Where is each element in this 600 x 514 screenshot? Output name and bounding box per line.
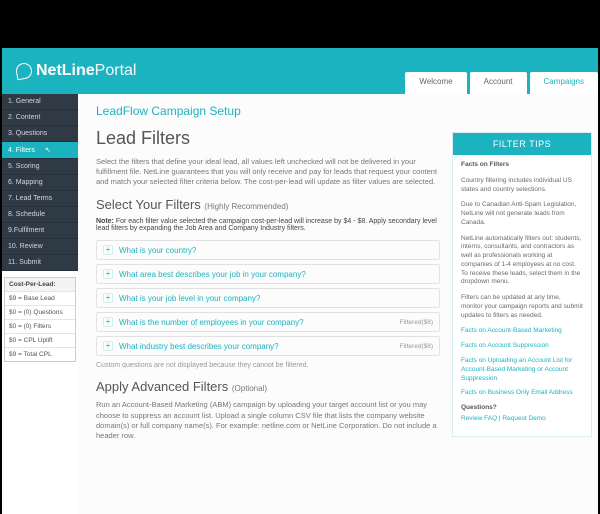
brand-bold: NetLine [36, 62, 95, 79]
header-tabs: Welcome Account Campaigns [402, 72, 598, 94]
expand-icon: + [103, 293, 113, 303]
tab-campaigns[interactable]: Campaigns [530, 72, 598, 94]
step-schedule[interactable]: 8. Schedule [2, 207, 78, 223]
expand-icon: + [103, 269, 113, 279]
filter-label: What is your country? [119, 246, 196, 255]
tips-title: FILTER TIPS [453, 133, 591, 155]
wizard-steps: 1. General 2. Content 3. Questions 4. Fi… [2, 94, 78, 271]
app-header: NetLinePortal Welcome Account Campaigns [2, 48, 598, 94]
filter-employees[interactable]: + What is the number of employees in you… [96, 312, 440, 332]
questions-link[interactable]: Review FAQ | Request Demo [461, 415, 583, 424]
filter-label: What is your job level in your company? [119, 294, 260, 303]
tips-paragraph: Country filtering includes individual US… [461, 177, 583, 195]
tips-link-abm[interactable]: Facts on Account-Based Marketing [461, 327, 583, 336]
select-filters-heading: Select Your Filters (Highly Recommended) [96, 197, 440, 212]
cpl-row: $0 = (0) Questions [5, 305, 75, 319]
step-general[interactable]: 1. General [2, 94, 78, 110]
step-lead-terms[interactable]: 7. Lead Terms [2, 191, 78, 207]
cursor-icon: ↖ [45, 146, 51, 154]
step-fulfilment[interactable]: 9.Fulfilment [2, 223, 78, 239]
filter-country[interactable]: + What is your country? [96, 240, 440, 260]
brand-mark-icon [15, 62, 34, 81]
section-heading: Lead Filters [96, 128, 440, 149]
filter-label: What industry best describes your compan… [119, 342, 279, 351]
step-submit[interactable]: 11. Submit [2, 255, 78, 271]
filter-job-level[interactable]: + What is your job level in your company… [96, 288, 440, 308]
filter-industry[interactable]: + What industry best describes your comp… [96, 336, 440, 356]
filter-label: What area best describes your job in you… [119, 270, 306, 279]
cpl-row: $9 = Total CPL [5, 347, 75, 361]
filter-job-area[interactable]: + What area best describes your job in y… [96, 264, 440, 284]
tips-link-upload[interactable]: Facts on Uploading an Account List for A… [461, 357, 583, 383]
step-mapping[interactable]: 6. Mapping [2, 175, 78, 191]
brand-light: Portal [95, 62, 137, 79]
expand-icon: + [103, 317, 113, 327]
tips-paragraph: Filters can be updated at any time, moni… [461, 294, 583, 320]
main-content: LeadFlow Campaign Setup Lead Filters Sel… [78, 94, 452, 514]
filter-meta: Filtered($8) [400, 319, 433, 326]
cpl-title: Cost-Per-Lead: [5, 278, 75, 291]
filter-tips-panel: FILTER TIPS Facts on Filters Country fil… [452, 132, 592, 514]
tab-account[interactable]: Account [470, 72, 527, 94]
advanced-filters-heading: Apply Advanced Filters (Optional) [96, 379, 440, 394]
expand-icon: + [103, 341, 113, 351]
filter-meta: Filtered($8) [400, 343, 433, 350]
step-scoring[interactable]: 5. Scoring [2, 159, 78, 175]
step-filters[interactable]: 4. Filters↖ [2, 142, 78, 159]
left-sidebar: 1. General 2. Content 3. Questions 4. Fi… [2, 94, 78, 514]
advanced-description: Run an Account-Based Marketing (ABM) cam… [96, 400, 440, 441]
cpl-row: $9 = Base Lead [5, 291, 75, 305]
note-text: Note: For each filter value selected the… [96, 218, 440, 232]
cost-per-lead-panel: Cost-Per-Lead: $9 = Base Lead $0 = (0) Q… [4, 277, 76, 362]
filter-label: What is the number of employees in your … [119, 318, 304, 327]
tips-paragraph: NetLine automatically filters out: stude… [461, 235, 583, 288]
cpl-row: $0 = CPL Uplift [5, 333, 75, 347]
brand-logo: NetLinePortal [16, 62, 136, 80]
tips-link-email[interactable]: Facts on Business Only Email Address [461, 389, 583, 398]
intro-text: Select the filters that define your idea… [96, 157, 440, 187]
step-content[interactable]: 2. Content [2, 110, 78, 126]
questions-title: Questions? [461, 404, 583, 413]
cpl-row: $0 = (0) Filters [5, 319, 75, 333]
step-questions[interactable]: 3. Questions [2, 126, 78, 142]
tips-paragraph: Due to Canadian Anti-Spam Legislation, N… [461, 201, 583, 227]
custom-questions-note: Custom questions are not displayed becau… [96, 362, 440, 369]
tab-welcome[interactable]: Welcome [405, 72, 466, 94]
expand-icon: + [103, 245, 113, 255]
step-review[interactable]: 10. Review [2, 239, 78, 255]
page-title: LeadFlow Campaign Setup [96, 104, 440, 118]
facts-title: Facts on Filters [461, 161, 583, 170]
tips-link-suppression[interactable]: Facts on Account Suppression [461, 342, 583, 351]
